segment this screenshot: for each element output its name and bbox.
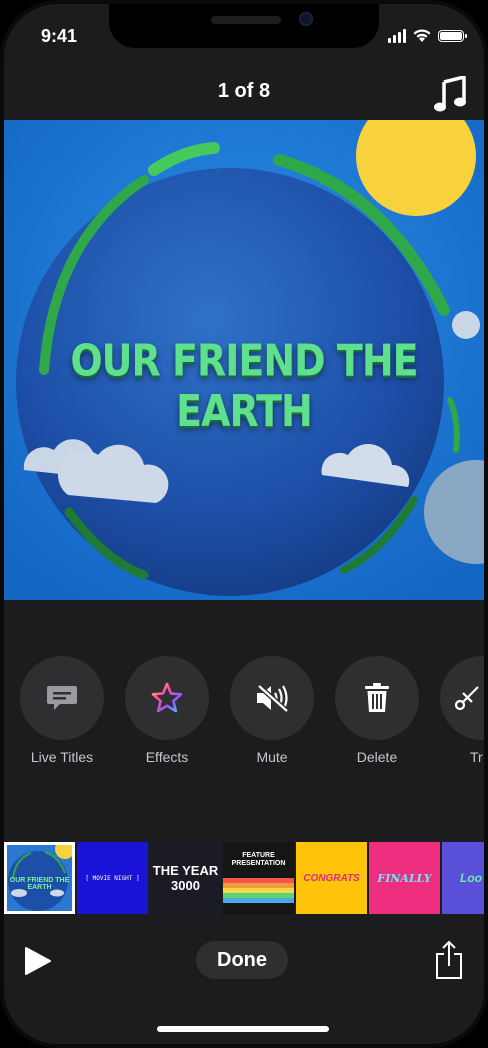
speaker-mute-icon	[257, 684, 289, 713]
front-camera	[299, 12, 313, 26]
share-icon[interactable]	[434, 940, 464, 980]
clip-timeline[interactable]: OUR FRIEND THE EARTH [ MOVIE NIGHT ] THE…	[4, 842, 484, 914]
cellular-signal-icon	[388, 28, 406, 43]
clip-text: Loo	[460, 871, 482, 885]
screen: 9:41 1 of 8 OUR FRIEND THE EARTH Live Ti…	[4, 4, 484, 1044]
music-note-icon[interactable]	[434, 76, 468, 112]
notch	[109, 4, 379, 48]
timeline-clip[interactable]: OUR FRIEND THE EARTH	[4, 842, 75, 914]
clip-preview[interactable]: OUR FRIEND THE EARTH	[4, 120, 484, 600]
status-time: 9:41	[41, 26, 78, 46]
timeline-clip[interactable]: [ MOVIE NIGHT ]	[77, 842, 148, 914]
action-circle	[125, 656, 209, 740]
action-label: Mute	[256, 749, 288, 765]
action-label: Effects	[145, 749, 189, 765]
status-icons	[388, 28, 467, 43]
trim-button[interactable]: Tr	[440, 656, 484, 765]
timeline-clip[interactable]: CONGRATS	[296, 842, 367, 914]
clip-text: OUR FRIEND THE EARTH	[9, 877, 70, 891]
phone-frame: 9:41 1 of 8 OUR FRIEND THE EARTH Live Ti…	[0, 0, 488, 1048]
action-label: Live Titles	[30, 749, 94, 765]
clip-text: THE YEAR 3000	[152, 863, 219, 893]
battery-icon	[438, 29, 467, 42]
scissors-icon	[454, 686, 479, 711]
live-titles-button[interactable]: Live Titles	[20, 656, 104, 765]
action-label: Tr	[470, 749, 483, 765]
delete-button[interactable]: Delete	[335, 656, 419, 765]
action-label: Delete	[356, 749, 398, 765]
done-button[interactable]: Done	[196, 941, 288, 979]
action-circle	[230, 656, 314, 740]
wifi-icon	[413, 29, 431, 42]
mute-button[interactable]: Mute	[230, 656, 314, 765]
star-icon	[151, 682, 183, 713]
rainbow-stripes	[223, 878, 294, 903]
clip-title-text: OUR FRIEND THE EARTH	[70, 335, 418, 437]
play-icon[interactable]	[20, 944, 54, 978]
timeline-clip[interactable]: Loo	[442, 842, 484, 914]
clip-text: FEATURE PRESENTATION	[231, 852, 286, 867]
clip-text: FINALLY	[377, 871, 432, 885]
speaker-grille	[211, 16, 281, 24]
speech-bubble-icon	[47, 686, 77, 710]
timeline-clip[interactable]: THE YEAR 3000	[150, 842, 221, 914]
action-circle	[20, 656, 104, 740]
action-bar: Live Titles Effects Mute Delete Tr	[20, 656, 484, 765]
clip-text: CONGRATS	[303, 872, 360, 884]
page-title: 1 of 8	[217, 80, 271, 102]
timeline-clip[interactable]: FEATURE PRESENTATION	[223, 842, 294, 914]
effects-button[interactable]: Effects	[125, 656, 209, 765]
home-indicator[interactable]	[157, 1026, 329, 1032]
clip-text: [ MOVIE NIGHT ]	[85, 874, 140, 882]
action-circle	[335, 656, 419, 740]
action-circle	[440, 656, 484, 740]
trash-icon	[365, 683, 389, 712]
timeline-clip[interactable]: FINALLY	[369, 842, 440, 914]
